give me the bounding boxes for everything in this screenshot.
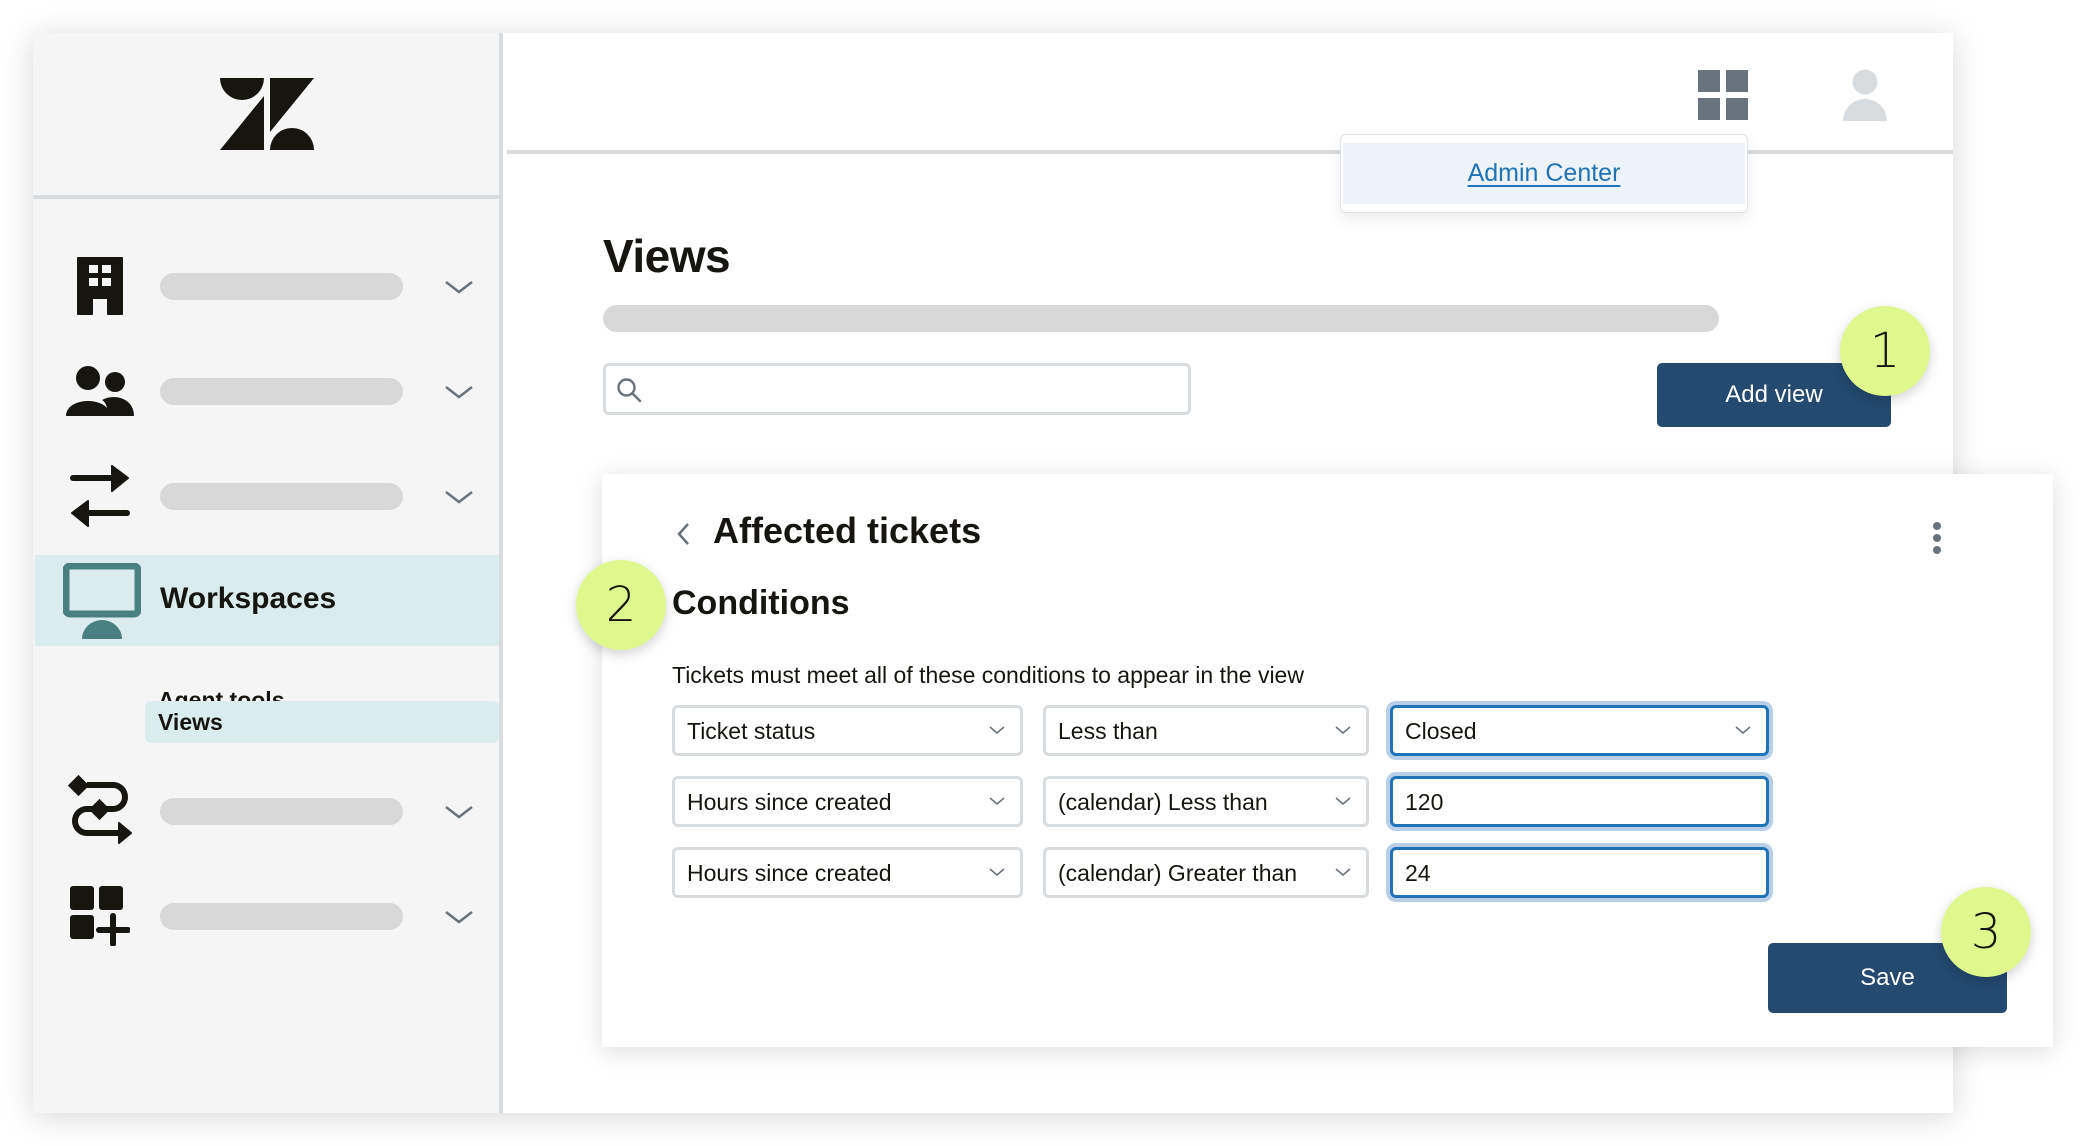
admin-dropdown-menu: Admin Center — [1340, 134, 1748, 213]
sidebar-item-label-placeholder — [160, 483, 403, 510]
sidebar-item-label-placeholder — [160, 903, 403, 930]
monitor-icon — [62, 562, 142, 644]
select-value: Less than — [1058, 718, 1158, 744]
input-value: 24 — [1405, 860, 1431, 886]
sidebar-item-label: Workspaces — [160, 582, 337, 615]
apps-add-icon — [63, 884, 137, 948]
chevron-down-icon — [989, 868, 1005, 877]
sidebar-item-label-placeholder — [160, 273, 403, 300]
workflow-icon — [63, 775, 137, 844]
chevron-left-icon[interactable] — [672, 518, 696, 550]
panel-title: Affected tickets — [713, 510, 982, 551]
callout-badge-2: 2 — [576, 560, 666, 650]
admin-center-link[interactable]: Admin Center — [1468, 159, 1621, 188]
section-title: Conditions — [672, 584, 850, 622]
conditions-description: Tickets must meet all of these condition… — [672, 662, 1304, 688]
condition-operator-select[interactable]: (calendar) Less than — [1043, 776, 1369, 827]
select-value: Hours since created — [687, 860, 892, 886]
logo-area — [33, 33, 499, 199]
sidebar-item-apps[interactable] — [33, 871, 499, 961]
sidebar-item-people[interactable] — [33, 346, 499, 436]
description-placeholder — [603, 305, 1719, 332]
select-value: Closed — [1405, 718, 1477, 744]
dropdown-item-admin-center[interactable]: Admin Center — [1343, 143, 1745, 204]
condition-field-select[interactable]: Hours since created — [672, 847, 1023, 898]
callout-badge-1: 1 — [1840, 306, 1930, 396]
chevron-down-icon — [1335, 726, 1351, 735]
sidebar-subitem-views[interactable]: Views — [145, 701, 499, 743]
sidebar: Workspaces Agent tools Views — [33, 33, 503, 1113]
chevron-down-icon — [1735, 726, 1751, 735]
page-title: Views — [603, 230, 731, 282]
chevron-down-icon — [989, 797, 1005, 806]
user-avatar-icon[interactable] — [1842, 69, 1888, 121]
chevron-down-icon[interactable] — [443, 376, 475, 408]
search-icon — [617, 378, 642, 403]
condition-field-select[interactable]: Hours since created — [672, 776, 1023, 827]
callout-badge-3: 3 — [1941, 887, 2031, 977]
condition-value-select[interactable]: Closed — [1390, 705, 1769, 756]
chevron-down-icon[interactable] — [443, 796, 475, 828]
input-value: 120 — [1405, 789, 1444, 815]
sidebar-item-organization[interactable] — [33, 241, 499, 331]
select-value: (calendar) Less than — [1058, 789, 1268, 815]
sidebar-item-workflow[interactable] — [33, 766, 499, 856]
chevron-down-icon[interactable] — [443, 901, 475, 933]
people-icon — [63, 359, 137, 423]
sidebar-subitem-label: Views — [158, 709, 223, 735]
sidebar-item-exchange[interactable] — [33, 451, 499, 541]
building-icon — [63, 254, 137, 318]
zendesk-logo-icon[interactable] — [220, 78, 314, 150]
condition-field-select[interactable]: Ticket status — [672, 705, 1023, 756]
sidebar-item-label-placeholder — [160, 378, 403, 405]
condition-operator-select[interactable]: (calendar) Greater than — [1043, 847, 1369, 898]
condition-value-input[interactable]: 24 — [1390, 847, 1769, 898]
chevron-down-icon — [989, 726, 1005, 735]
sidebar-item-label-placeholder — [160, 798, 403, 825]
grid-icon[interactable] — [1698, 70, 1750, 122]
chevron-down-icon[interactable] — [443, 271, 475, 303]
select-value: Hours since created — [687, 789, 892, 815]
search-field[interactable] — [603, 363, 1191, 415]
condition-value-input[interactable]: 120 — [1390, 776, 1769, 827]
chevron-down-icon — [1335, 868, 1351, 877]
sidebar-item-workspaces[interactable]: Workspaces — [35, 555, 499, 646]
chevron-down-icon — [1335, 797, 1351, 806]
chevron-down-icon[interactable] — [443, 481, 475, 513]
search-input[interactable] — [654, 366, 1184, 412]
affected-tickets-panel: Affected tickets Conditions Tickets must… — [602, 474, 2053, 1047]
more-options-icon[interactable] — [1932, 522, 1942, 558]
arrows-exchange-icon — [63, 464, 137, 528]
select-value: (calendar) Greater than — [1058, 860, 1298, 886]
condition-operator-select[interactable]: Less than — [1043, 705, 1369, 756]
select-value: Ticket status — [687, 718, 816, 744]
